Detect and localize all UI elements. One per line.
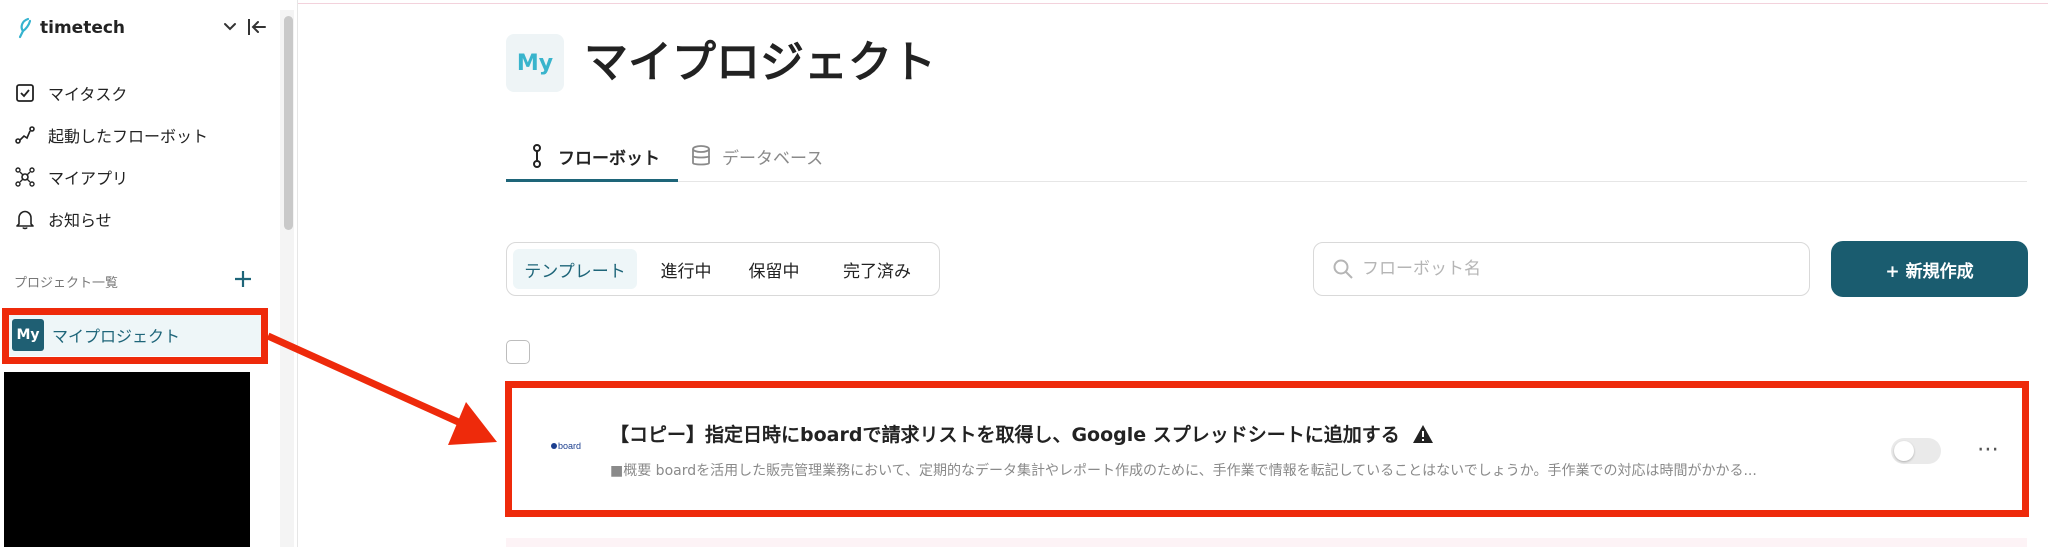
tab-database[interactable]: データベース [690, 130, 823, 182]
top-border [0, 3, 2048, 4]
chevron-down-icon[interactable] [222, 18, 238, 34]
bell-icon [16, 210, 34, 230]
sidebar-item-label: マイアプリ [48, 169, 129, 188]
active-tab-indicator [506, 179, 678, 182]
annotation-box-sidebar-project [2, 308, 268, 364]
tab-flowbot[interactable]: フローボット [526, 130, 660, 182]
sidebar-item-label: マイタスク [48, 85, 128, 104]
sidebar-item-my-apps[interactable]: マイアプリ [14, 162, 128, 192]
flowbot-icon [533, 144, 541, 168]
filter-in-progress[interactable]: 進行中 [647, 249, 725, 289]
page-title: マイプロジェクト [584, 37, 936, 88]
task-check-icon [16, 84, 34, 102]
sidebar-item-label: 起動したフローボット [48, 127, 209, 146]
filter-template[interactable]: テンプレート [513, 249, 637, 289]
project-list-label: プロジェクト一覧 [14, 276, 119, 291]
annotation-box-flowbot-card [505, 381, 2029, 517]
sidebar-item-notifications[interactable]: お知らせ [14, 204, 112, 234]
filter-completed[interactable]: 完了済み [823, 249, 931, 289]
add-project-icon[interactable] [232, 268, 254, 290]
collapse-sidebar-icon[interactable] [246, 16, 268, 38]
timetech-logo-icon [18, 17, 32, 39]
app-network-icon [15, 167, 35, 187]
brand-name: timetech [40, 18, 126, 38]
filter-on-hold[interactable]: 保留中 [731, 249, 817, 289]
page-project-avatar: My [506, 34, 564, 92]
select-all-checkbox[interactable] [506, 340, 530, 364]
tab-label: データベース [722, 148, 824, 169]
search-input[interactable] [1362, 259, 1782, 279]
tab-bar: フローボット データベース [506, 130, 2027, 182]
redacted-area [4, 372, 250, 547]
flow-path-icon [15, 126, 35, 144]
sidebar-scrollbar-thumb[interactable] [284, 16, 293, 230]
brand[interactable]: timetech [16, 16, 125, 40]
search-icon [1333, 259, 1353, 279]
sidebar-item-my-tasks[interactable]: マイタスク [14, 78, 127, 108]
tab-label: フローボット [558, 148, 660, 169]
sidebar: timetech マイタスク 起動したフローボット マイアプリ お知らせ プロジ… [0, 0, 298, 547]
database-icon [692, 145, 710, 166]
sidebar-item-launched-flowbots[interactable]: 起動したフローボット [14, 120, 208, 150]
next-card-edge [506, 538, 2027, 547]
new-create-button[interactable]: + 新規作成 [1831, 241, 2028, 297]
status-filter-group: テンプレート 進行中 保留中 完了済み [506, 242, 940, 296]
sidebar-item-label: お知らせ [48, 211, 112, 230]
search-box[interactable] [1313, 242, 1810, 296]
